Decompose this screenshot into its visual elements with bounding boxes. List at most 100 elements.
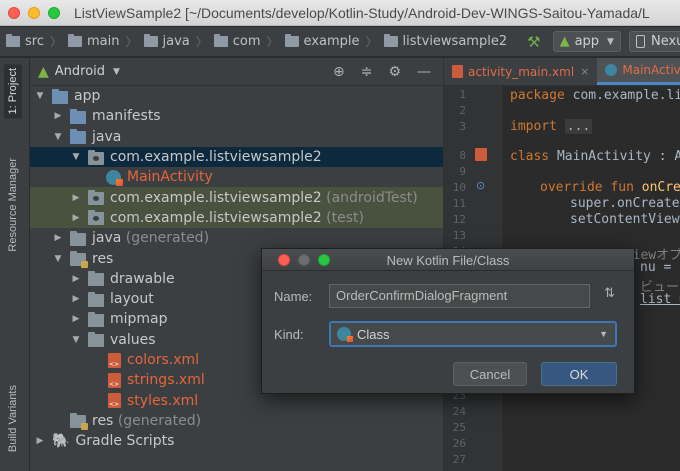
tree-item-mainactivity[interactable]: MainActivity [30, 167, 443, 187]
project-panel-header: ▲ Android ▼ ⊕ ≑ ⚙ — [30, 58, 443, 86]
collapsed-arrow-icon[interactable]: ▶ [70, 213, 82, 223]
folder-icon [6, 34, 20, 47]
code-line-17: list = [640, 292, 680, 307]
code-line-1: package com.example.lis [510, 88, 680, 103]
tree-item-java-generated[interactable]: ▶ java (generated) [30, 228, 443, 248]
tool-tab-resource-manager[interactable]: Resource Manager [7, 158, 19, 252]
tree-item-res-generated[interactable]: res (generated) [30, 411, 443, 431]
tool-tab-project[interactable]: 1: Project [4, 64, 22, 119]
expanded-arrow-icon[interactable]: ▼ [70, 335, 82, 345]
chevron-right-icon: 〉 [365, 35, 378, 49]
override-gutter-icon[interactable]: ⊙ [476, 179, 485, 192]
kind-label: Kind: [274, 327, 304, 342]
xml-file-icon [452, 65, 463, 78]
resource-folder-icon [70, 413, 88, 431]
tab-mainactivity[interactable]: MainActivity [597, 58, 680, 85]
collapsed-arrow-icon[interactable]: ▶ [34, 436, 46, 446]
tree-item-package[interactable]: ▼ com.example.listviewsample2 [30, 146, 443, 168]
breadcrumb-example[interactable]: example 〉 [284, 33, 378, 50]
resource-folder-icon [70, 251, 88, 269]
kind-select[interactable]: Class ▼ [329, 321, 617, 347]
kotlin-class-icon [106, 169, 123, 186]
tree-item-manifests[interactable]: ▶ manifests [30, 106, 443, 126]
code-line-3: import ... [510, 119, 593, 134]
code-line-8: class MainActivity : Ap [510, 149, 680, 164]
chevron-right-icon: 〉 [125, 35, 138, 49]
breadcrumb-com[interactable]: com 〉 [213, 33, 279, 50]
collapsed-arrow-icon[interactable]: ▶ [52, 111, 64, 121]
tree-item-package-androidtest[interactable]: ▶ com.example.listviewsample2 (androidTes… [30, 187, 443, 208]
package-icon [88, 149, 104, 165]
window-titlebar: ListViewSample2 [~/Documents/develop/Kot… [0, 0, 680, 26]
minimize-window-button[interactable] [28, 6, 40, 19]
tool-tab-build-variants[interactable]: Build Variants [7, 385, 19, 452]
kotlin-class-icon [605, 64, 618, 76]
package-icon [284, 34, 299, 47]
tree-item-java[interactable]: ▼ java [30, 127, 443, 147]
cancel-button[interactable]: Cancel [453, 362, 527, 386]
expanded-arrow-icon[interactable]: ▼ [34, 91, 46, 101]
collapsed-arrow-icon[interactable]: ▶ [70, 294, 82, 304]
xml-file-icon [108, 393, 121, 409]
dialog-titlebar: New Kotlin File/Class [262, 249, 634, 271]
folder-icon [88, 271, 104, 287]
breadcrumb-src[interactable]: src 〉 [6, 33, 62, 50]
expanded-arrow-icon[interactable]: ▼ [52, 254, 64, 264]
android-icon: ▲ [559, 34, 570, 49]
hide-icon[interactable]: — [417, 64, 431, 80]
close-icon[interactable]: × [580, 65, 589, 78]
close-window-button[interactable] [8, 6, 20, 19]
folder-icon [88, 332, 104, 348]
folder-icon [88, 291, 104, 307]
build-hammer-icon[interactable]: ⚒ [527, 33, 540, 51]
device-select[interactable]: Nexus 5 API [628, 31, 680, 52]
code-line-12: setContentView( [570, 212, 680, 227]
folder-icon [70, 129, 86, 145]
phone-icon [635, 35, 645, 48]
tab-activity-main-xml[interactable]: activity_main.xml × [444, 58, 597, 85]
collapse-all-icon[interactable]: ≑ [361, 64, 373, 80]
chevron-down-icon: ▼ [607, 36, 614, 47]
xml-file-icon [108, 372, 121, 388]
locate-icon[interactable]: ⊕ [333, 64, 345, 80]
collapsed-arrow-icon[interactable]: ▶ [52, 233, 64, 243]
layout-gutter-icon[interactable] [475, 148, 487, 161]
chevron-right-icon: 〉 [266, 35, 279, 49]
collapsed-arrow-icon[interactable]: ▶ [70, 274, 82, 284]
collapsed-arrow-icon[interactable]: ▶ [70, 193, 82, 203]
window-controls [8, 6, 60, 19]
folder-icon [143, 34, 158, 47]
generated-folder-icon [70, 230, 86, 246]
chevron-right-icon: 〉 [195, 35, 208, 49]
xml-file-icon [108, 352, 121, 368]
gear-icon[interactable]: ⚙ [388, 64, 401, 80]
package-icon [88, 210, 104, 226]
folder-icon [70, 108, 86, 124]
code-line-10: override fun onCrea [540, 180, 680, 195]
tree-item-gradle-scripts[interactable]: ▶ 🐘 Gradle Scripts [30, 431, 443, 451]
name-input[interactable]: OrderConfirmDialogFragment [329, 284, 590, 308]
android-icon: ▲ [38, 63, 49, 80]
dialog-title: New Kotlin File/Class [386, 253, 510, 268]
chevron-down-icon[interactable]: ▼ [113, 67, 120, 77]
breadcrumb-listviewsample2[interactable]: listviewsample2 [383, 34, 507, 49]
expanded-arrow-icon[interactable]: ▼ [52, 132, 64, 142]
sort-icon[interactable]: ⇅ [604, 286, 615, 301]
breadcrumb-main[interactable]: main 〉 [68, 33, 138, 50]
project-view-select[interactable]: Android [55, 64, 105, 79]
folder-icon [68, 34, 82, 47]
tree-item-package-test[interactable]: ▶ com.example.listviewsample2 (test) [30, 207, 443, 229]
new-kotlin-file-dialog: New Kotlin File/Class Name: OrderConfirm… [261, 248, 635, 394]
window-title: ListViewSample2 [~/Documents/develop/Kot… [74, 4, 650, 21]
module-folder-icon [52, 88, 68, 104]
breadcrumb-java[interactable]: java 〉 [143, 33, 208, 50]
tree-item-app[interactable]: ▼ app [30, 86, 443, 106]
ok-button[interactable]: OK [541, 362, 617, 386]
run-configuration-select[interactable]: ▲ app ▼ [552, 31, 621, 52]
collapsed-arrow-icon[interactable]: ▶ [70, 314, 82, 324]
left-tool-strip: 1: Project Resource Manager Build Varian… [0, 58, 30, 471]
chevron-down-icon: ▼ [599, 329, 608, 339]
expanded-arrow-icon[interactable]: ▼ [70, 152, 82, 162]
zoom-window-button[interactable] [48, 6, 60, 19]
chevron-right-icon: 〉 [49, 35, 62, 49]
